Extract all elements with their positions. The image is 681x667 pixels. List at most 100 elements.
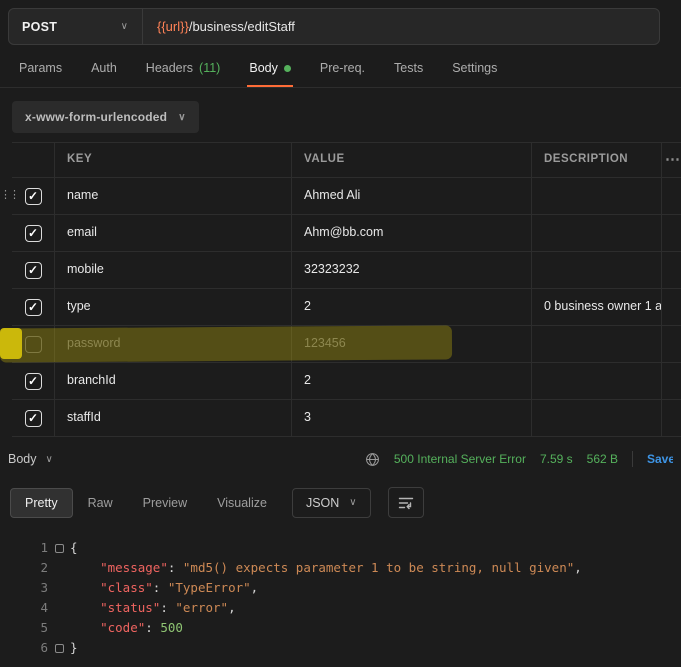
tab-headers[interactable]: Headers (11) (144, 51, 223, 87)
tab-label: Tests (394, 61, 423, 75)
tab-label: Auth (91, 61, 117, 75)
url-input[interactable]: {{url}}/business/editStaff (143, 9, 659, 44)
description-cell[interactable] (531, 363, 661, 399)
body-dot-icon (284, 65, 291, 72)
save-response-button[interactable]: Save Response (647, 452, 673, 466)
value-cell[interactable]: 123456 (291, 326, 531, 362)
method-selector[interactable]: POST ∨ (9, 9, 143, 44)
key-cell[interactable]: type (54, 289, 291, 325)
header-key: KEY (54, 143, 291, 177)
fold-toggle (48, 598, 70, 618)
fold-icon (55, 644, 64, 653)
body-type-label: x-www-form-urlencoded (25, 110, 167, 124)
checkbox-cell (12, 326, 54, 362)
fold-toggle (48, 618, 70, 638)
body-type-row: x-www-form-urlencoded ∨ (0, 88, 681, 133)
line-number: 5 (0, 618, 48, 638)
value-cell[interactable]: Ahmed Ali (291, 178, 531, 214)
key-cell[interactable]: name (54, 178, 291, 214)
line-number: 2 (0, 558, 48, 578)
response-tab-preview[interactable]: Preview (128, 488, 202, 518)
url-path: /business/editStaff (189, 19, 295, 34)
line-number: 4 (0, 598, 48, 618)
tab-params[interactable]: Params (17, 51, 64, 87)
tab-label: Params (19, 61, 62, 75)
value-cell[interactable]: 2 (291, 289, 531, 325)
row-menu-cell (661, 289, 681, 325)
table-header-row: KEY VALUE DESCRIPTION ⋯ (12, 142, 681, 178)
response-size[interactable]: 562 B (587, 452, 618, 466)
response-body-json: 1{2 "message": "md5() expects parameter … (0, 538, 681, 658)
description-cell[interactable]: 0 business owner 1 ad (531, 289, 661, 325)
code-text: { (70, 538, 78, 558)
table-row-name: ✓ nameAhmed Ali (12, 178, 681, 215)
drag-handle-icon[interactable]: ⋮⋮ (0, 188, 12, 201)
response-tab-pretty[interactable]: Pretty (10, 488, 73, 518)
table-more-menu-icon[interactable]: ⋯ (661, 143, 681, 177)
checkbox-cell: ✓ (12, 363, 54, 399)
row-checkbox[interactable] (25, 336, 42, 353)
response-time[interactable]: 7.59 s (540, 452, 573, 466)
form-table-rows: ✓nameAhmed Ali✓emailAhm@bb.com✓mobile323… (12, 178, 681, 437)
response-body-dropdown[interactable]: Body ∨ (8, 452, 53, 466)
method-label: POST (22, 20, 57, 34)
line-number: 6 (0, 638, 48, 658)
tab-tests[interactable]: Tests (392, 51, 425, 87)
fold-toggle[interactable] (48, 538, 70, 558)
code-text: "class": "TypeError", (70, 578, 258, 598)
description-cell[interactable] (531, 400, 661, 436)
row-menu-cell (661, 326, 681, 362)
row-checkbox[interactable]: ✓ (25, 225, 42, 242)
tab-settings[interactable]: Settings (450, 51, 499, 87)
code-line: 6} (0, 638, 681, 658)
value-cell[interactable]: 2 (291, 363, 531, 399)
description-cell[interactable] (531, 252, 661, 288)
table-row-staffId: ✓ staffId3 (12, 400, 681, 437)
key-cell[interactable]: email (54, 215, 291, 251)
wrap-lines-button[interactable] (388, 487, 424, 518)
tab-pre-req[interactable]: Pre-req. (318, 51, 367, 87)
tab-auth[interactable]: Auth (89, 51, 119, 87)
row-checkbox[interactable]: ✓ (25, 188, 42, 205)
wrap-lines-icon (398, 496, 414, 510)
checkbox-cell: ✓ (12, 289, 54, 325)
tab-label: Headers (146, 61, 193, 75)
code-text: } (70, 638, 78, 658)
row-menu-cell (661, 400, 681, 436)
status-badge[interactable]: 500 Internal Server Error (394, 452, 526, 466)
table-row-branchId: ✓ branchId2 (12, 363, 681, 400)
chevron-down-icon: ∨ (46, 454, 53, 465)
request-url-bar: POST ∨ {{url}}/business/editStaff (8, 8, 660, 45)
row-checkbox[interactable]: ✓ (25, 299, 42, 316)
row-checkbox[interactable]: ✓ (25, 373, 42, 390)
table-row-type: ✓ type20 business owner 1 ad (12, 289, 681, 326)
key-cell[interactable]: mobile (54, 252, 291, 288)
response-language-dropdown[interactable]: JSON ∨ (292, 488, 371, 518)
value-cell[interactable]: Ahm@bb.com (291, 215, 531, 251)
response-tab-raw[interactable]: Raw (73, 488, 128, 518)
key-cell[interactable]: password (54, 326, 291, 362)
row-checkbox[interactable]: ✓ (25, 262, 42, 279)
code-line: 5 "code": 500 (0, 618, 681, 638)
value-cell[interactable]: 3 (291, 400, 531, 436)
response-tab-visualize[interactable]: Visualize (202, 488, 282, 518)
body-type-selector[interactable]: x-www-form-urlencoded ∨ (12, 101, 199, 133)
row-checkbox[interactable]: ✓ (25, 410, 42, 427)
description-cell[interactable] (531, 326, 661, 362)
row-menu-cell (661, 363, 681, 399)
fold-toggle[interactable] (48, 638, 70, 658)
checkbox-cell: ✓ (12, 400, 54, 436)
header-checkbox-cell (12, 143, 54, 177)
description-cell[interactable] (531, 178, 661, 214)
response-stats: 500 Internal Server Error 7.59 s 562 B S… (365, 451, 673, 467)
chevron-down-icon: ∨ (178, 112, 186, 123)
tab-body[interactable]: Body (247, 51, 293, 87)
chevron-down-icon: ∨ (121, 21, 128, 32)
key-cell[interactable]: branchId (54, 363, 291, 399)
tab-count: (11) (199, 61, 220, 75)
key-cell[interactable]: staffId (54, 400, 291, 436)
response-language-label: JSON (306, 496, 339, 510)
fold-toggle (48, 558, 70, 578)
description-cell[interactable] (531, 215, 661, 251)
value-cell[interactable]: 32323232 (291, 252, 531, 288)
